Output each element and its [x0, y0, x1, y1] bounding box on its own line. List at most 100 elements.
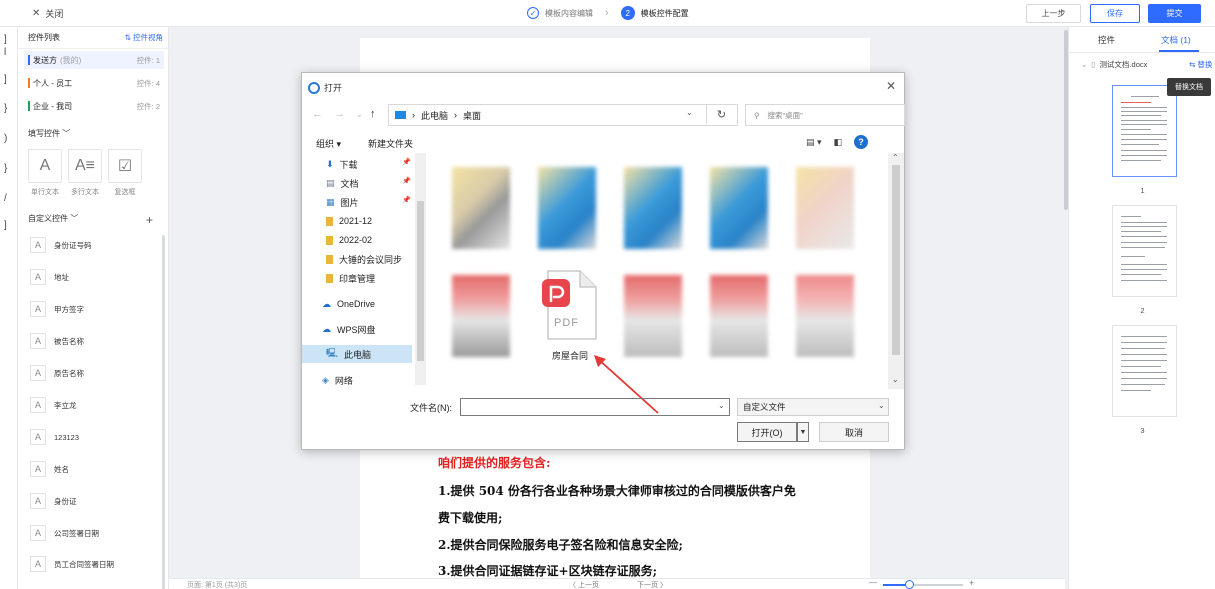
step-1-label[interactable]: 模板内容编辑	[545, 8, 593, 19]
custom-control-item[interactable]: A 甲方签字	[30, 300, 170, 318]
nav-item-label: OneDrive	[337, 299, 376, 309]
file-item-blurred[interactable]	[704, 159, 774, 259]
cancel-button[interactable]: 取消	[819, 422, 889, 442]
file-type-dropdown-icon[interactable]: ⌄	[878, 401, 885, 410]
zoom-in-button[interactable]: +	[969, 578, 974, 588]
custom-control-item[interactable]: A 地址	[30, 268, 170, 286]
page-thumbnail-2[interactable]	[1112, 205, 1177, 297]
file-item-blurred[interactable]	[790, 159, 860, 259]
save-button[interactable]: 保存	[1090, 4, 1140, 23]
fill-controls-section[interactable]: 填写控件 ﹀	[28, 128, 70, 139]
nav-item-label: 网络	[334, 375, 353, 386]
navigation-scroll-thumb[interactable]	[417, 201, 424, 361]
open-options-dropdown[interactable]: ▼	[797, 422, 809, 442]
view-mode-icon[interactable]: ▤ ▾	[806, 137, 822, 148]
zoom-out-button[interactable]: —	[869, 578, 877, 587]
help-icon[interactable]: ?	[854, 135, 869, 149]
next-page-button[interactable]: 下一页 〉	[637, 580, 667, 589]
nav-item-onedrive[interactable]: ☁ OneDrive	[322, 295, 375, 313]
back-arrow-icon[interactable]: ←	[312, 108, 323, 120]
new-folder-button[interactable]: 新建文件夹	[368, 137, 413, 150]
control-view-link[interactable]: ⇅ 控件视角	[125, 32, 163, 43]
file-item-blurred[interactable]	[532, 159, 602, 259]
custom-control-item[interactable]: A 公司签署日期	[30, 524, 170, 542]
folder-icon	[326, 235, 333, 245]
recent-dropdown-icon[interactable]: ⌄	[356, 110, 363, 119]
scroll-down-icon[interactable]: ⌄	[892, 375, 899, 384]
pdf-file-label[interactable]: 房屋合同	[552, 349, 588, 362]
breadcrumb-item[interactable]: 桌面	[463, 109, 481, 122]
zoom-handle[interactable]	[905, 580, 914, 589]
custom-control-item[interactable]: A 被告名称	[30, 332, 170, 350]
nav-item-label: 此电脑	[344, 349, 372, 360]
file-item-blurred[interactable]	[446, 267, 516, 367]
refresh-icon[interactable]: ↻	[706, 104, 736, 124]
file-list-scrollbar[interactable]: ⌃ ⌄	[888, 153, 904, 389]
party-sender-count: 控件: 1	[136, 55, 160, 65]
zoom-slider[interactable]: — +	[869, 578, 979, 589]
party-employee[interactable]: 个人 - 员工 控件: 4	[24, 74, 164, 92]
breadcrumb-item[interactable]: 此电脑	[421, 109, 448, 122]
custom-control-item[interactable]: A 123123	[30, 428, 170, 446]
file-item-blurred[interactable]	[618, 267, 688, 367]
left-panel-scrollbar[interactable]	[162, 235, 165, 589]
nav-item-folder[interactable]: 2022-02	[326, 231, 372, 249]
nav-item-label: 图片	[340, 197, 359, 208]
tab-documents[interactable]: 文档 (1)	[1161, 34, 1191, 46]
navigation-scrollbar[interactable]	[415, 153, 426, 385]
custom-controls-section[interactable]: 自定义控件 ﹀	[28, 213, 78, 224]
filename-input[interactable]	[460, 398, 730, 416]
page-thumbnail-1[interactable]	[1112, 85, 1177, 177]
page-thumbnail-3[interactable]	[1112, 325, 1177, 417]
search-input[interactable]: ⚲ 搜索"桌面"	[745, 104, 905, 126]
custom-control-item[interactable]: A 李立龙	[30, 396, 170, 414]
file-item-blurred[interactable]	[618, 159, 688, 259]
nav-item-folder[interactable]: 大锤的会议同步	[326, 250, 402, 268]
checkbox-control[interactable]: ☑ 复选框	[108, 149, 142, 197]
custom-control-label: 身份证	[54, 496, 77, 506]
file-item-blurred[interactable]	[446, 159, 516, 259]
prev-step-button[interactable]: 上一步	[1026, 4, 1081, 23]
file-list-scroll-thumb[interactable]	[892, 165, 900, 355]
custom-control-item[interactable]: A 身份证	[30, 492, 170, 510]
address-dropdown-icon[interactable]: ⌄	[686, 108, 693, 117]
open-button[interactable]: 打开(O)	[737, 422, 797, 442]
pdf-file-item[interactable]: PDF	[542, 269, 598, 341]
preview-pane-icon[interactable]: ◧	[834, 137, 843, 148]
nav-item-documents[interactable]: ▤ 文档	[326, 174, 359, 192]
replace-document-button[interactable]: ⇆ 替换	[1189, 59, 1212, 70]
nav-item-this-pc[interactable]: 🖳 此电脑	[302, 345, 412, 363]
custom-control-item[interactable]: A 身份证号码	[30, 236, 170, 254]
document-file-row[interactable]: ⌄ ▯ 测试文档.docx	[1081, 59, 1147, 70]
close-button[interactable]: ✕ 关闭	[32, 7, 63, 20]
step-2-label[interactable]: 模板控件配置	[641, 8, 689, 19]
custom-control-item[interactable]: A 员工合同签署日期	[30, 555, 170, 573]
scroll-up-icon[interactable]: ⌃	[892, 153, 899, 162]
dialog-close-button[interactable]: ✕	[886, 79, 896, 93]
add-custom-control-button[interactable]: +	[146, 213, 153, 227]
organize-menu[interactable]: 组织 ▾	[316, 137, 341, 150]
nav-item-wps-drive[interactable]: ☁ WPS网盘	[322, 320, 376, 338]
text-icon: A	[30, 461, 46, 477]
nav-item-downloads[interactable]: ⬇ 下载	[326, 155, 358, 173]
file-type-select[interactable]: 自定义文件	[737, 398, 889, 416]
party-company[interactable]: 企业 - 我司 控件: 2	[24, 97, 164, 115]
nav-item-folder[interactable]: 印章管理	[326, 269, 375, 287]
nav-item-pictures[interactable]: ▦ 图片	[326, 193, 359, 211]
forward-arrow-icon[interactable]: →	[334, 108, 345, 120]
nav-item-network[interactable]: ◈ 网络	[322, 371, 353, 389]
multi-line-text-control[interactable]: A≡ 多行文本	[68, 149, 102, 197]
nav-item-folder[interactable]: 2021-12	[326, 212, 372, 230]
submit-button[interactable]: 提交	[1148, 4, 1201, 23]
tab-controls[interactable]: 控件	[1098, 34, 1115, 46]
up-arrow-icon[interactable]: ↑	[370, 108, 376, 120]
doc-line: 费下载使用;	[438, 511, 503, 525]
filename-dropdown-icon[interactable]: ⌄	[718, 401, 725, 410]
party-sender[interactable]: 发送方 (我的) 控件: 1	[24, 51, 164, 69]
single-line-text-control[interactable]: A 单行文本	[28, 149, 62, 197]
custom-control-item[interactable]: A 原告名称	[30, 364, 170, 382]
prev-page-button[interactable]: 〈 上一页	[569, 580, 599, 589]
file-item-blurred[interactable]	[790, 267, 860, 367]
custom-control-item[interactable]: A 姓名	[30, 460, 170, 478]
file-item-blurred[interactable]	[704, 267, 774, 367]
